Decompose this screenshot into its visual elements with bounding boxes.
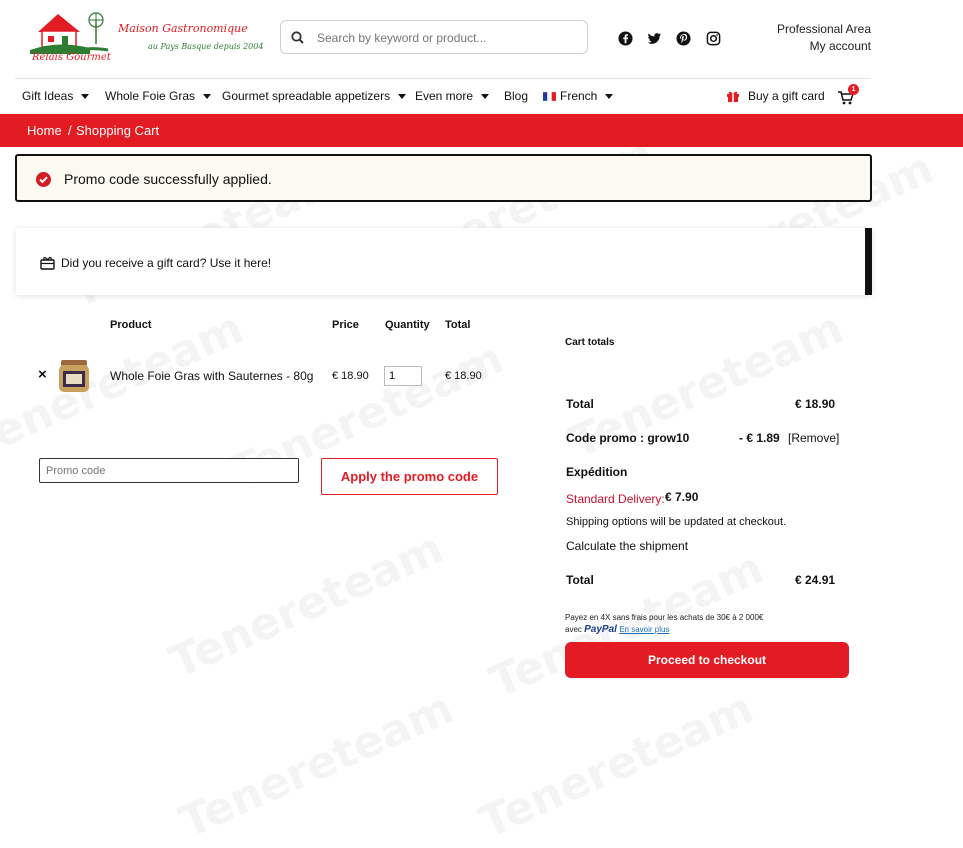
gift-card-toggle[interactable]: Did you receive a gift card? Use it here… <box>16 228 872 295</box>
search-input[interactable] <box>315 27 579 49</box>
chevron-down-icon <box>398 93 407 99</box>
apply-promo-button[interactable]: Apply the promo code <box>321 458 498 495</box>
twitter-icon[interactable] <box>647 31 662 46</box>
nav-label: French <box>560 89 598 103</box>
gift-icon <box>727 91 739 102</box>
proceed-to-checkout-button[interactable]: Proceed to checkout <box>565 642 849 678</box>
chevron-down-icon <box>605 93 614 99</box>
col-header-quantity: Quantity <box>385 319 430 331</box>
remove-promo-link[interactable]: [Remove] <box>788 431 839 445</box>
product-total: € 18.90 <box>445 370 482 382</box>
gift-card-message: Did you receive a gift card? Use it here… <box>61 256 272 270</box>
watermark: Tenereteam <box>162 523 451 689</box>
brand-subtagline: au Pays Basque depuis 2004 <box>148 42 264 51</box>
nav-item-even-more[interactable]: Even more <box>415 89 490 103</box>
professional-area-link[interactable]: Professional Area <box>777 22 871 36</box>
search-bar[interactable] <box>280 20 588 54</box>
nav-item-blog[interactable]: Blog <box>504 89 528 103</box>
product-thumbnail[interactable] <box>54 357 94 395</box>
check-icon <box>36 172 51 187</box>
calculate-shipping-link[interactable]: Calculate the shipment <box>566 539 688 553</box>
nav-item-whole-foie-gras[interactable]: Whole Foie Gras <box>105 89 212 103</box>
my-account-link[interactable]: My account <box>810 39 871 53</box>
brand-name: Relais Gourmet <box>32 52 111 63</box>
col-header-total: Total <box>445 319 471 331</box>
col-header-product: Product <box>110 319 152 331</box>
nav-label: Blog <box>504 89 529 103</box>
product-price: € 18.90 <box>332 370 369 382</box>
shipping-method: Standard Delivery: <box>566 492 665 506</box>
subtotal-label: Total <box>566 397 594 411</box>
remove-item-button[interactable]: × <box>38 366 47 383</box>
watermark: Tenereteam <box>472 683 761 848</box>
nav-label: Even more <box>415 89 474 103</box>
search-icon[interactable] <box>291 31 304 44</box>
breadcrumb-current: Shopping Cart <box>76 123 160 138</box>
cart-button[interactable]: 1 <box>837 84 859 108</box>
breadcrumb-home[interactable]: Home <box>27 123 62 138</box>
subtotal-value: € 18.90 <box>795 397 836 411</box>
paypal-installments-text: Payez en 4X sans frais pour les achats d… <box>565 613 764 622</box>
header-divider <box>15 78 871 79</box>
site-logo[interactable]: Relais Gourmet Maison Gastronomique au P… <box>28 10 263 70</box>
shipping-note: Shipping options will be updated at chec… <box>566 516 787 528</box>
gift-card-icon <box>40 257 55 270</box>
instagram-icon[interactable] <box>706 31 721 46</box>
nav-item-gift-ideas[interactable]: Gift Ideas <box>22 89 90 103</box>
pinterest-icon[interactable] <box>676 31 691 46</box>
promo-code-label: Code promo : grow10 <box>566 431 690 445</box>
french-flag-icon <box>543 91 556 101</box>
total-value: € 24.91 <box>795 573 836 587</box>
quantity-input[interactable] <box>384 366 422 386</box>
nav-item-language[interactable]: French <box>543 89 614 103</box>
nav-label: Gift Ideas <box>22 89 74 103</box>
notice-message: Promo code successfully applied. <box>64 171 272 187</box>
cart-totals-title: Cart totals <box>565 337 615 348</box>
shipping-value: € 7.90 <box>665 490 699 504</box>
chevron-down-icon <box>203 93 212 99</box>
breadcrumb-separator: / <box>68 123 72 138</box>
chevron-down-icon <box>481 93 490 99</box>
nav-label: Whole Foie Gras <box>105 89 196 103</box>
buy-gift-card-link[interactable]: Buy a gift card <box>726 89 825 103</box>
paypal-logo: PayPal <box>584 624 617 635</box>
success-notice: Promo code successfully applied. <box>15 154 872 202</box>
facebook-icon[interactable] <box>618 31 633 46</box>
gift-card-label: Buy a gift card <box>748 89 825 103</box>
watermark: Tenereteam <box>172 683 461 848</box>
paypal-line: avec PayPal En savoir plus <box>565 624 669 635</box>
chevron-down-icon <box>81 93 90 99</box>
paypal-learn-more-link[interactable]: En savoir plus <box>619 625 669 634</box>
product-name-link[interactable]: Whole Foie Gras with Sauternes - 80g <box>110 369 313 383</box>
promo-code-input[interactable] <box>39 458 299 483</box>
paypal-avec: avec <box>565 625 582 634</box>
cart-count-badge: 1 <box>848 84 859 95</box>
nav-label: Gourmet spreadable appetizers <box>222 89 391 103</box>
brand-tagline: Maison Gastronomique <box>118 22 248 35</box>
shipping-label: Expédition <box>566 465 628 479</box>
promo-discount-value: - € 1.89 <box>739 431 780 445</box>
col-header-price: Price <box>332 319 359 331</box>
total-label: Total <box>566 573 594 587</box>
gift-card-accent-bar <box>865 228 872 295</box>
nav-item-spreadable-appetizers[interactable]: Gourmet spreadable appetizers <box>222 89 407 103</box>
